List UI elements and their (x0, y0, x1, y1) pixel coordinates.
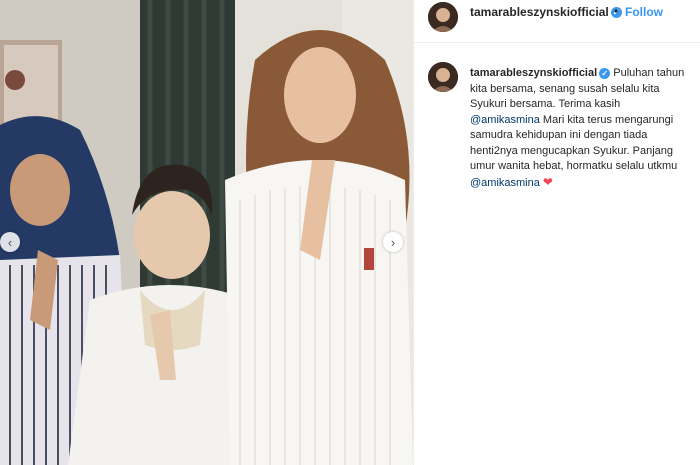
caption-verified-badge-icon: ✓ (599, 67, 611, 79)
photo-illustration (0, 0, 413, 465)
previous-image-button[interactable]: ‹ (0, 232, 20, 252)
caption-username-link[interactable]: tamarableszynskiofficial ✓ (470, 67, 611, 79)
caption-avatar-image (428, 62, 458, 92)
caption-avatar[interactable] (428, 62, 458, 92)
next-image-button[interactable]: › (383, 232, 403, 252)
caption-text: tamarableszynskiofficial ✓ Puluhan tahun … (470, 66, 688, 191)
avatar-image (428, 2, 458, 32)
username-link[interactable]: tamarableszynskiofficial ✓ (470, 5, 622, 19)
follow-button[interactable]: Follow (625, 5, 663, 19)
chevron-right-icon: › (390, 234, 396, 250)
post-sidebar: tamarableszynskiofficial ✓ • Follow tamar… (413, 0, 700, 465)
username-text: tamarableszynskiofficial (470, 5, 609, 19)
separator-dot: • (614, 4, 619, 18)
caption-username-text: tamarableszynskiofficial (470, 67, 598, 79)
mention-link-1[interactable]: @amikasmina (470, 114, 540, 126)
post-header: tamarableszynskiofficial ✓ • Follow (414, 0, 700, 43)
heart-icon: ❤ (542, 174, 553, 189)
avatar[interactable] (428, 2, 458, 32)
chevron-left-icon: ‹ (7, 234, 13, 250)
mention-link-2[interactable]: @amikasmina (470, 177, 540, 189)
post-photo[interactable]: ‹ › (0, 0, 413, 465)
